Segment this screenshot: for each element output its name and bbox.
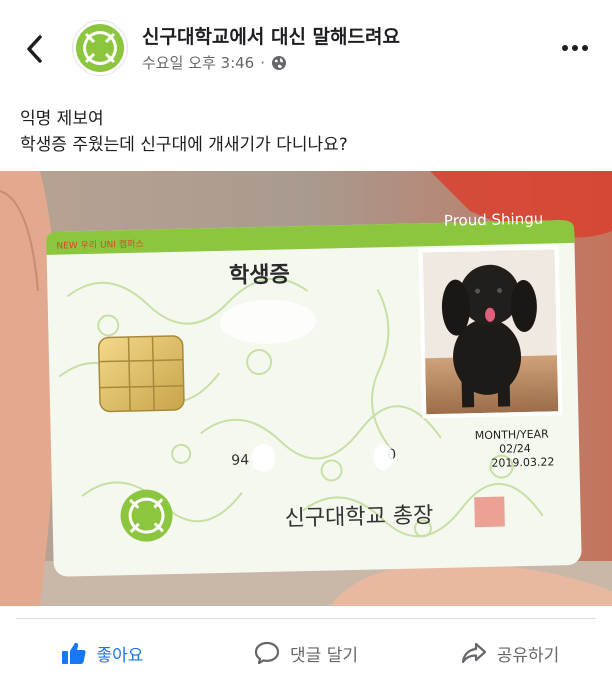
action-bar: 좋아요 댓글 달기 공유하기 [0,626,612,680]
card-validity-value: 02/24 [499,442,531,456]
card-title: 학생증 [229,262,290,288]
thumbs-up-icon [61,642,86,664]
post-time[interactable]: 수요일 오후 3:46 [142,52,254,73]
like-button[interactable]: 좋아요 [0,626,204,680]
comment-label: 댓글 달기 [290,645,358,666]
share-button[interactable]: 공유하기 [408,626,612,680]
page-name[interactable]: 신구대학교에서 대신 말해드려요 [142,22,400,49]
post-meta: 수요일 오후 3:46 · [142,52,287,73]
card-validity-label: MONTH/YEAR [475,427,550,442]
share-icon [461,642,486,664]
post-text-line: 익명 제보여 [20,109,104,129]
chevron-left-icon [27,35,42,63]
share-label: 공유하기 [496,645,560,666]
card-number-left: 94 [231,452,249,468]
like-label: 좋아요 [96,645,144,666]
student-id-card-photo: NEW 우리 UNI 캠퍼스 Proud Shingu 학생증 94 0 [0,171,612,606]
shingu-logo-icon [76,24,124,72]
more-button[interactable] [560,38,590,58]
more-horizontal-icon [562,45,588,51]
card-signature: 신구대학교 총장 [284,503,433,531]
post-text: 익명 제보여 학생증 주웠는데 신구대에 개새기가 다니나요? [20,106,590,158]
action-divider [16,618,596,619]
back-button[interactable] [20,32,50,66]
post-text-line: 학생증 주웠는데 신구대에 개새기가 다니나요? [20,135,348,155]
post-photo[interactable]: NEW 우리 UNI 캠퍼스 Proud Shingu 학생증 94 0 [0,171,612,606]
comment-button[interactable]: 댓글 달기 [204,626,408,680]
card-brand: Proud Shingu [444,210,544,230]
page-avatar[interactable] [72,20,128,76]
card-issue-date: 2019.03.22 [491,455,554,469]
meta-separator: · [260,53,266,72]
comment-icon [254,641,280,665]
globe-icon [272,55,287,70]
post-header: 신구대학교에서 대신 말해드려요 수요일 오후 3:46 · [0,0,612,96]
